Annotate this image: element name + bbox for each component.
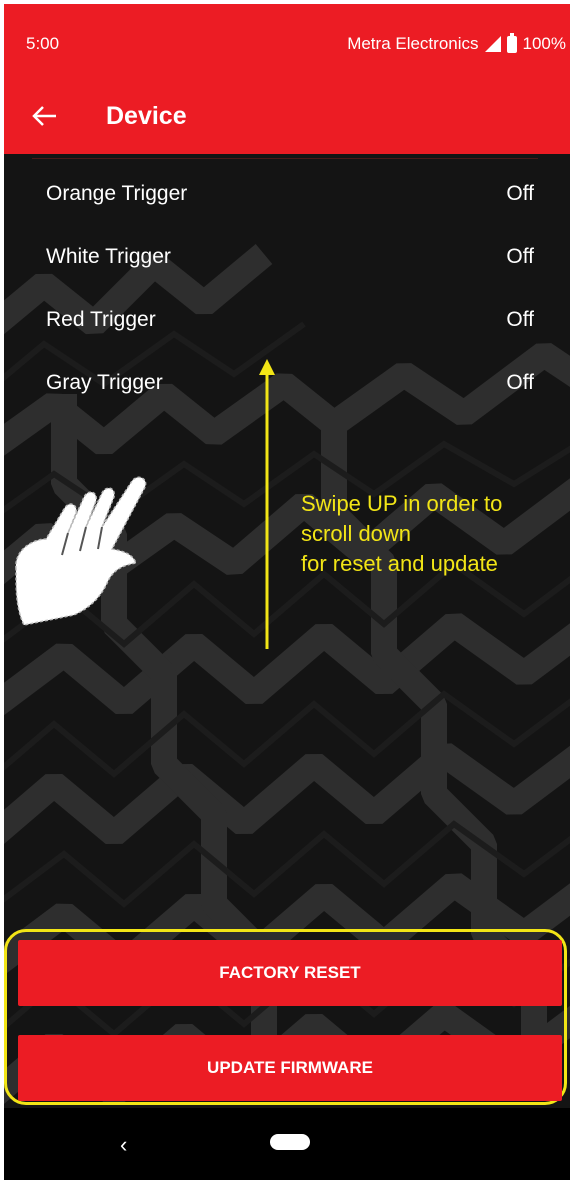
update-firmware-button[interactable]: UPDATE FIRMWARE: [18, 1035, 562, 1101]
battery-level: 100%: [522, 34, 566, 53]
battery-icon: [506, 32, 517, 53]
setting-row-red-trigger[interactable]: Red Trigger Off: [4, 290, 570, 353]
swipe-instruction: Swipe UP in order to scroll down for res…: [301, 489, 502, 579]
status-bar: 5:00 Metra Electronics 100%: [4, 4, 570, 82]
status-indicators: Metra Electronics 100%: [347, 32, 566, 54]
setting-label: White Trigger: [46, 245, 171, 268]
list-top-divider: [32, 158, 538, 159]
carrier-name: Metra Electronics: [347, 34, 479, 53]
setting-value: Off: [506, 308, 534, 331]
setting-row-white-trigger[interactable]: White Trigger Off: [4, 227, 570, 290]
pointing-hand-icon: [15, 476, 147, 626]
hint-line: Swipe UP in order to: [301, 491, 503, 516]
hint-line: for reset and update: [301, 551, 498, 576]
nav-back-icon[interactable]: ‹: [120, 1132, 127, 1158]
setting-row-orange-trigger[interactable]: Orange Trigger Off: [4, 164, 570, 227]
status-time: 5:00: [26, 34, 60, 53]
swipe-up-arrow-icon: [259, 359, 275, 649]
setting-label: Orange Trigger: [46, 182, 188, 205]
nav-home-icon[interactable]: [270, 1134, 310, 1150]
hint-line: scroll down: [301, 521, 412, 546]
setting-label: Red Trigger: [46, 308, 156, 331]
phone-screen: 5:00 Metra Electronics 100% Device Orang…: [4, 4, 570, 1180]
trigger-settings-list: Orange Trigger Off White Trigger Off Red…: [4, 164, 570, 416]
app-bar: Device: [4, 82, 570, 154]
setting-value: Off: [506, 371, 534, 394]
back-arrow-icon[interactable]: [28, 98, 64, 134]
setting-value: Off: [506, 182, 534, 205]
setting-row-gray-trigger[interactable]: Gray Trigger Off: [4, 353, 570, 416]
page-title: Device: [106, 102, 187, 130]
setting-value: Off: [506, 245, 534, 268]
factory-reset-button[interactable]: FACTORY RESET: [18, 940, 562, 1006]
system-nav-bar: ‹: [4, 1108, 570, 1180]
setting-label: Gray Trigger: [46, 371, 163, 394]
signal-icon: [484, 36, 501, 52]
